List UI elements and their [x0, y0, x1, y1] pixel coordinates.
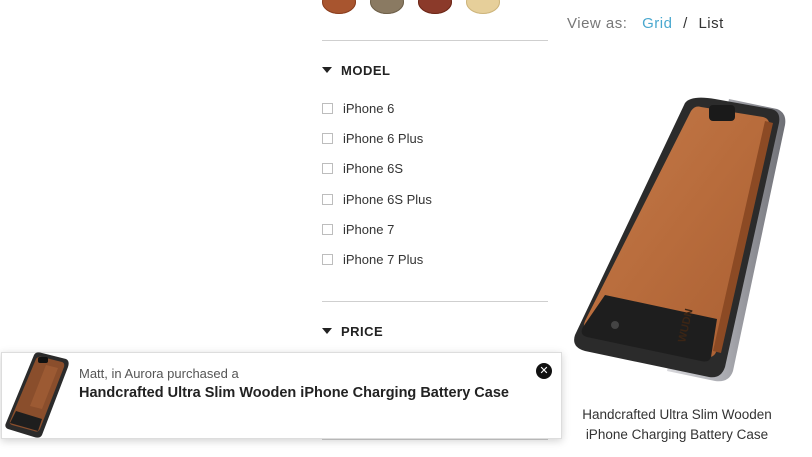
view-grid-link[interactable]: Grid: [642, 15, 672, 32]
color-swatches: [322, 0, 552, 16]
price-filter-title: PRICE: [341, 323, 384, 339]
model-option-label: iPhone 6: [343, 101, 395, 116]
model-option-label: iPhone 6S Plus: [343, 191, 432, 207]
swatch-walnut-grey[interactable]: [370, 0, 404, 14]
checkbox[interactable]: [322, 193, 333, 205]
model-filter-header[interactable]: MODEL: [322, 62, 390, 78]
view-list-link[interactable]: List: [698, 15, 723, 32]
price-filter-header[interactable]: PRICE: [322, 323, 383, 339]
model-option[interactable]: iPhone 6 Plus: [322, 129, 548, 159]
recent-purchase-popup[interactable]: Matt, in Aurora purchased a Handcrafted …: [1, 352, 562, 439]
view-separator: /: [683, 15, 688, 32]
model-option[interactable]: iPhone 6S: [322, 159, 548, 189]
model-option-label: iPhone 6S: [343, 161, 403, 177]
model-option[interactable]: iPhone 7: [322, 220, 548, 250]
model-option-label: iPhone 6 Plus: [343, 131, 424, 147]
checkbox[interactable]: [322, 163, 333, 175]
popup-product-link[interactable]: Handcrafted Ultra Slim Wooden iPhone Cha…: [79, 385, 509, 401]
divider: [322, 301, 548, 302]
checkbox[interactable]: [322, 253, 333, 265]
popup-product-image: [5, 352, 69, 438]
model-option[interactable]: iPhone 6S Plus: [322, 190, 548, 220]
product-title[interactable]: Handcrafted Ultra Slim Wooden iPhone Cha…: [566, 405, 788, 445]
model-option[interactable]: iPhone 7 Plus: [322, 250, 548, 280]
swatch-mahogany[interactable]: [322, 0, 356, 14]
model-filter-list: iPhone 6 iPhone 6 Plus iPhone 6S iPhone …: [322, 99, 548, 280]
close-icon[interactable]: ✕: [536, 363, 552, 379]
divider: [322, 439, 548, 440]
popup-purchaser-text: Matt, in Aurora purchased a: [79, 366, 239, 381]
divider: [322, 40, 548, 41]
product-image[interactable]: WUDN: [565, 95, 791, 385]
swatch-rosewood[interactable]: [418, 0, 452, 14]
caret-down-icon: [322, 328, 332, 334]
checkbox[interactable]: [322, 103, 333, 114]
swatch-maple[interactable]: [466, 0, 500, 14]
view-as-label: View as:: [567, 15, 628, 32]
model-option[interactable]: iPhone 6: [322, 99, 548, 129]
model-filter-title: MODEL: [341, 62, 391, 78]
caret-down-icon: [322, 67, 332, 73]
checkbox[interactable]: [322, 223, 333, 235]
model-option-label: iPhone 7: [343, 221, 395, 237]
model-option-label: iPhone 7 Plus: [343, 251, 424, 267]
checkbox[interactable]: [322, 133, 333, 145]
view-as-toggle: View as: Grid / List: [567, 15, 724, 32]
